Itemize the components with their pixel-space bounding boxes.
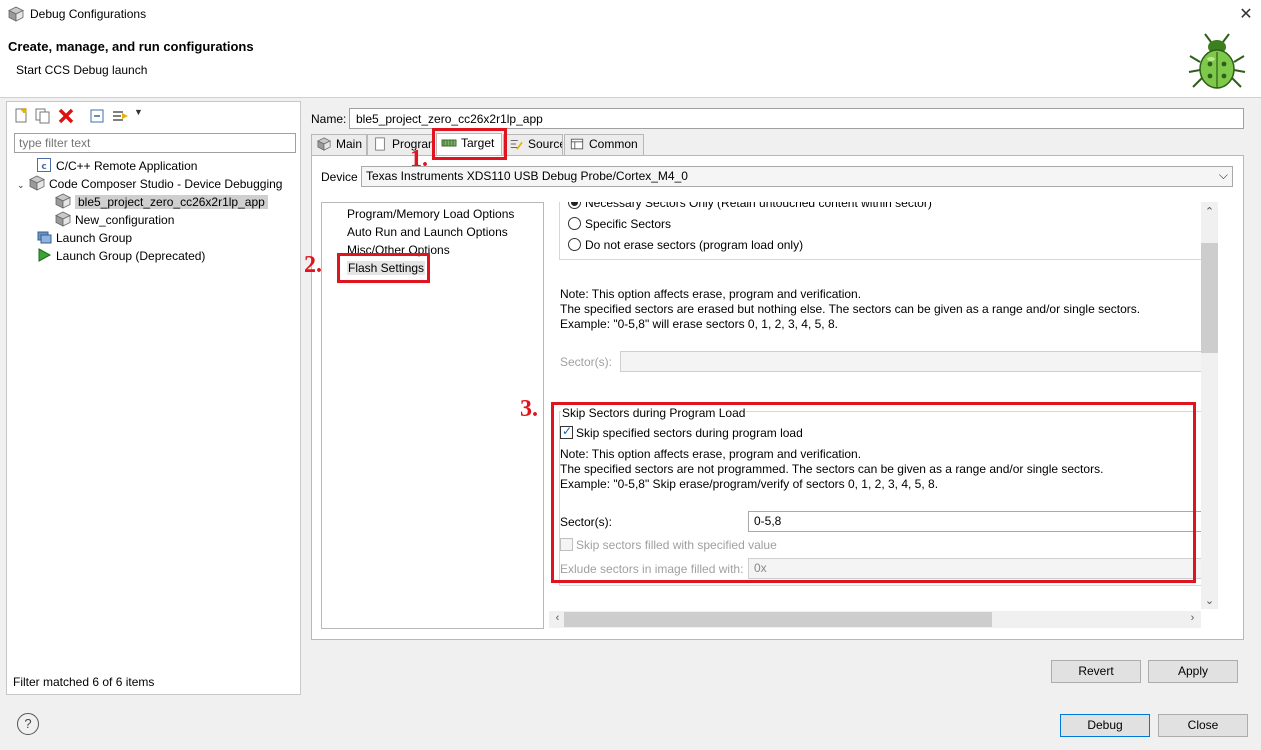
tree-item-label: C/C++ Remote Application [56,159,198,173]
category-auto-run-launch[interactable]: Auto Run and Launch Options [347,225,508,239]
erase-note-line3: Example: "0-5,8" will erase sectors 0, 1… [560,317,838,331]
tree-item-ccs-device-debugging[interactable]: ⌄ Code Composer Studio - Device Debugging [17,175,282,193]
tab-common[interactable]: Common [564,134,644,155]
ccs-cube-icon [317,137,331,151]
filter-menu-chevron-icon[interactable]: ▼ [134,107,143,117]
vertical-scroll-thumb[interactable] [1201,243,1218,353]
category-program-memory-load[interactable]: Program/Memory Load Options [347,207,514,221]
annotation-step-3: 3. [520,396,538,422]
ccs-cube-icon [55,193,71,209]
tab-label: Common [589,137,638,151]
erase-option-necessary[interactable]: Necessary Sectors Only (Retain untouched… [568,202,932,210]
tab-label: Main [336,137,363,151]
launch-group-icon [37,231,52,244]
erase-option-none[interactable]: Do not erase sectors (program load only) [568,238,803,252]
annotation-box-skip-sectors [551,402,1196,583]
erase-option-specific-label: Specific Sectors [585,217,672,231]
delete-config-icon[interactable] [57,107,75,125]
help-icon[interactable]: ? [17,713,39,735]
tree-item-cpp-remote[interactable]: c C/C++ Remote Application [36,157,197,175]
erase-sectors-label: Sector(s): [560,355,613,369]
title-bar: Debug Configurations ✕ [0,0,1261,28]
tree-item-label: Code Composer Studio - Device Debugging [49,177,283,191]
tree-item-ble5-project[interactable]: ble5_project_zero_cc26x2r1lp_app [55,193,268,211]
tab-label: Source [528,137,563,151]
scroll-right-icon[interactable]: › [1184,612,1201,624]
annotation-box-target-tab [432,128,507,160]
tab-main[interactable]: Main [311,134,367,155]
svg-text:c: c [41,162,46,172]
filter-config-icon[interactable] [111,107,129,125]
dialog-header: Create, manage, and run configurations S… [0,28,1261,98]
chevron-down-icon: ⌵ [1218,168,1228,182]
duplicate-config-icon[interactable] [34,107,52,125]
dialog-subtitle: Start CCS Debug launch [16,63,148,77]
radio-button[interactable] [568,238,581,251]
revert-button[interactable]: Revert [1051,660,1141,683]
run-arrow-icon [38,248,52,262]
tree-item-new-configuration[interactable]: New_configuration [55,211,174,229]
scroll-up-icon[interactable]: ⌃ [1201,205,1218,218]
radio-button[interactable] [568,217,581,230]
erase-note-line1: Note: This option affects erase, program… [560,287,862,301]
dialog-title: Create, manage, and run configurations [8,39,254,54]
ccs-cube-icon [55,211,71,227]
window-close-button[interactable]: ✕ [1236,4,1256,24]
close-button[interactable]: Close [1158,714,1248,737]
scroll-left-icon[interactable]: ‹ [549,612,566,624]
tree-item-launch-group-deprecated[interactable]: Launch Group (Deprecated) [36,247,205,265]
app-cube-icon [8,6,24,22]
erase-option-specific[interactable]: Specific Sectors [568,217,671,231]
name-input[interactable] [349,108,1244,129]
tree-item-label: Launch Group [56,231,133,245]
tree-item-label: Launch Group (Deprecated) [56,249,206,263]
filter-input[interactable] [14,133,296,153]
tree-item-label: New_configuration [75,213,175,227]
expand-chevron-icon[interactable]: ⌄ [17,176,29,194]
erase-option-necessary-label: Necessary Sectors Only (Retain untouched… [585,202,932,210]
radio-button[interactable] [568,202,581,209]
debug-bug-icon [1188,33,1246,89]
filter-status: Filter matched 6 of 6 items [13,675,155,689]
erase-option-none-label: Do not erase sectors (program load only) [585,238,804,252]
configuration-tree-panel: ▼ c C/C++ Remote Application ⌄ Code Compos… [6,101,301,695]
document-icon [375,137,385,151]
debug-button[interactable]: Debug [1060,714,1150,737]
c-app-icon: c [37,158,51,172]
name-label: Name: [311,112,347,126]
tree-item-launch-group[interactable]: Launch Group [36,229,132,247]
window-title: Debug Configurations [30,7,147,21]
scroll-down-icon[interactable]: ⌄ [1201,594,1218,607]
annotation-step-1: 1. [410,146,428,172]
annotation-box-flash-settings [337,253,430,283]
new-config-icon[interactable] [13,107,31,125]
ccs-cube-icon [29,175,45,191]
device-select[interactable]: Texas Instruments XDS110 USB Debug Probe… [361,166,1233,187]
collapse-all-icon[interactable] [88,107,106,125]
apply-button[interactable]: Apply [1148,660,1238,683]
source-lookup-icon [510,140,523,150]
annotation-step-2: 2. [304,252,322,278]
horizontal-scroll-thumb[interactable] [564,612,992,627]
device-label: Device [321,170,358,184]
tree-item-label: ble5_project_zero_cc26x2r1lp_app [75,195,268,209]
tab-source[interactable]: Source [503,134,563,155]
erase-note-line2: The specified sectors are erased but not… [560,302,1141,316]
erase-sectors-input[interactable] [620,351,1210,372]
common-window-icon [570,138,584,150]
